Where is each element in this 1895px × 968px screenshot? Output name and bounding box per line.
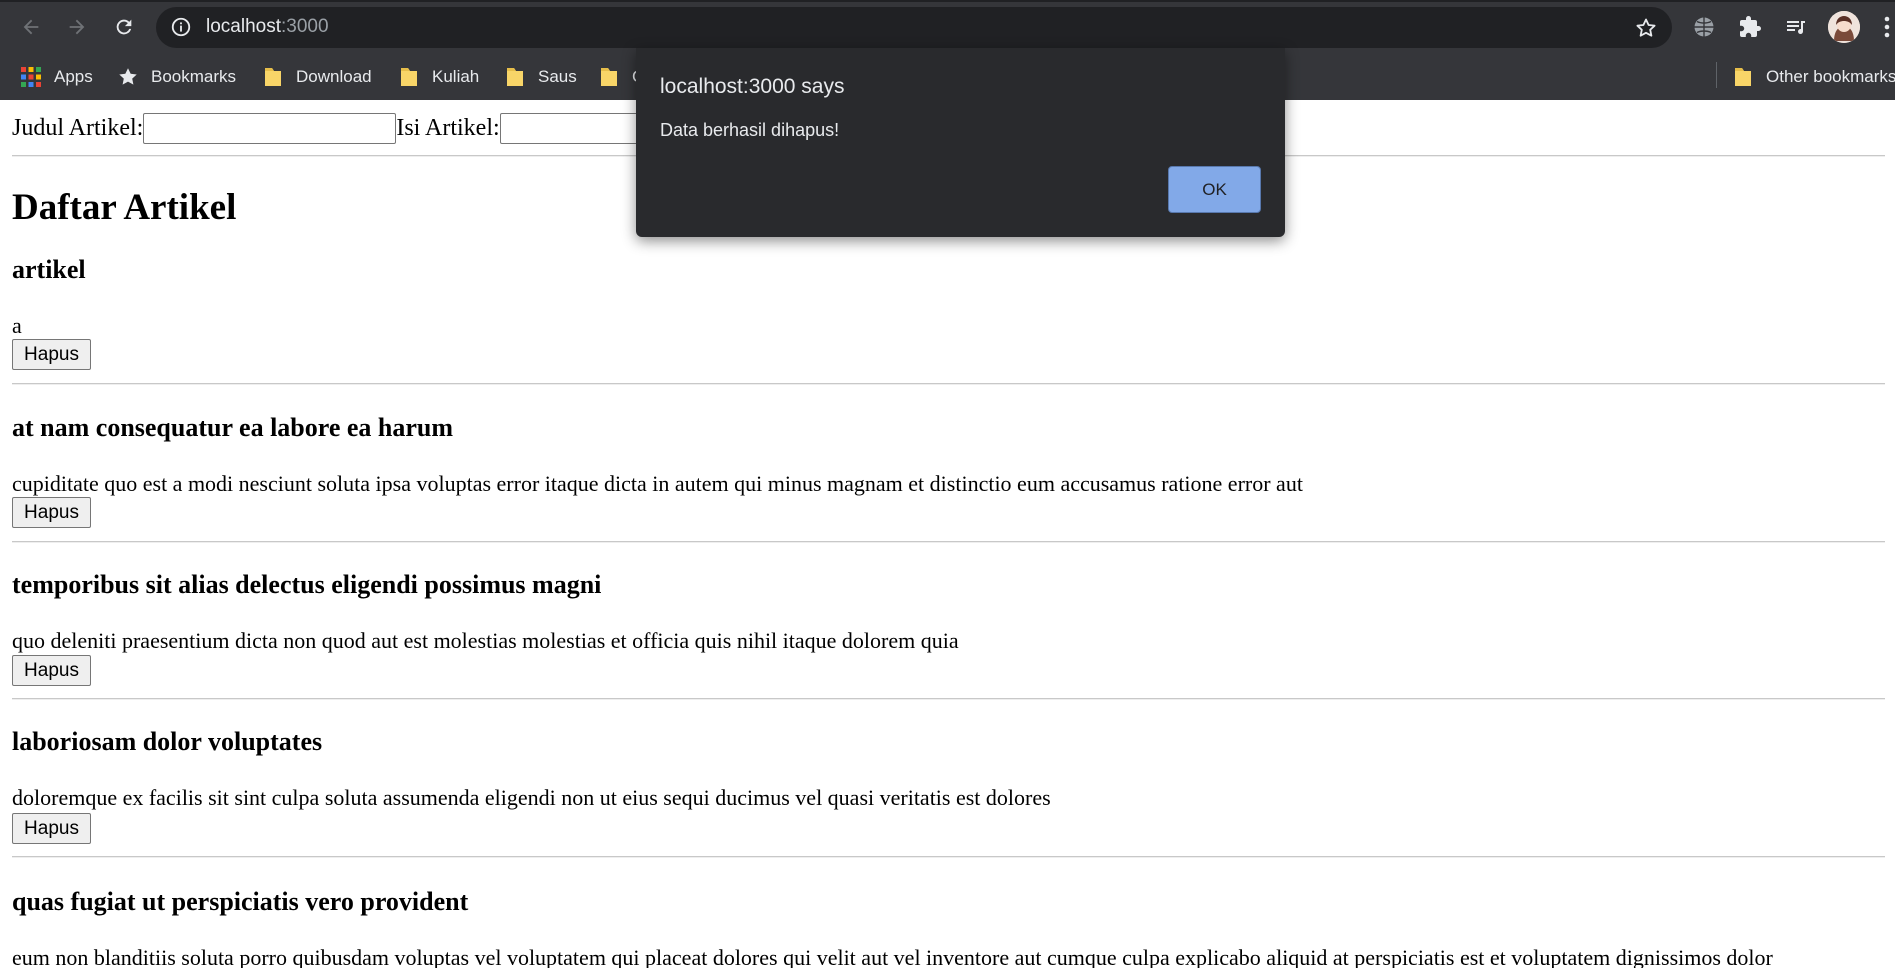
article-title: artikel (12, 255, 86, 284)
article-title: at nam consequatur ea labore ea harum (12, 413, 454, 442)
hapus-button[interactable]: Hapus (12, 655, 91, 686)
star-icon (119, 68, 137, 85)
avatar-icon (1828, 11, 1860, 43)
hapus-button[interactable]: Hapus (12, 813, 91, 844)
media-control-button[interactable] (1782, 13, 1810, 41)
article-item: quas fugiat ut perspiciatis vero provide… (12, 887, 1885, 968)
article-body: eum non blanditiis soluta porro quibusda… (12, 945, 1773, 968)
judul-artikel-input[interactable] (143, 113, 397, 144)
bookmark-other-bookmarks[interactable]: Other bookmarks (1732, 62, 1895, 92)
isi-artikel-label: Isi Artikel: (396, 115, 500, 141)
reload-icon (116, 19, 132, 35)
article-body: a (12, 313, 22, 338)
bookmarks-divider (1716, 62, 1717, 88)
bookmark-label: Other bookmarks (1766, 67, 1895, 86)
article-divider (12, 698, 1885, 700)
article-body: cupiditate quo est a modi nesciunt solut… (12, 471, 1303, 496)
page-title: Daftar Artikel (12, 187, 237, 228)
article-item: temporibus sit alias delectus eligendi p… (12, 570, 1885, 700)
folder-icon (601, 68, 617, 86)
url-text[interactable]: localhost:3000 (206, 16, 329, 38)
article-title: temporibus sit alias delectus eligendi p… (12, 570, 602, 599)
dialog-title: localhost:3000 says (660, 75, 845, 98)
arrow-right-icon (69, 19, 85, 35)
url-host: localhost (206, 16, 281, 37)
article-divider (12, 856, 1885, 858)
back-button[interactable] (14, 10, 48, 44)
bookmark-label: Kuliah (432, 67, 480, 86)
globe-icon (1694, 17, 1714, 37)
tab-strip-edge (0, 0, 1895, 2)
judul-artikel-label: Judul Artikel: (12, 115, 144, 141)
bookmark-saus[interactable]: Saus (504, 62, 577, 92)
article-body: quo deleniti praesentium dicta non quod … (12, 628, 959, 653)
hapus-button[interactable]: Hapus (12, 497, 91, 528)
bookmark-label: Bookmarks (151, 67, 237, 86)
queue-music-icon (1787, 21, 1805, 34)
folder-icon (507, 68, 523, 86)
article-item: laboriosam dolor voluptates doloremque e… (12, 727, 1885, 858)
info-icon[interactable] (170, 16, 192, 38)
article-item: artikel a Hapus (12, 255, 1885, 385)
folder-icon (265, 68, 281, 86)
browser-menu-icon[interactable] (1880, 14, 1895, 40)
folder-icon (401, 68, 417, 86)
arrow-left-icon (23, 19, 39, 35)
extensions-button[interactable] (1736, 13, 1764, 41)
extension-globe-button[interactable] (1690, 13, 1718, 41)
bookmark-bookmarks[interactable]: Bookmarks (117, 62, 236, 92)
article-title: quas fugiat ut perspiciatis vero provide… (12, 887, 469, 916)
article-divider (12, 383, 1885, 385)
dialog-message: Data berhasil dihapus! (660, 120, 840, 140)
folder-icon (1735, 68, 1751, 86)
ok-button[interactable]: OK (1168, 166, 1261, 213)
bookmark-apps[interactable]: Apps (20, 62, 93, 92)
hapus-button[interactable]: Hapus (12, 339, 91, 370)
article-item: at nam consequatur ea labore ea harum cu… (12, 413, 1885, 543)
article-divider (12, 541, 1885, 543)
article-body: doloremque ex facilis sit sint culpa sol… (12, 785, 1051, 810)
bookmark-label: Apps (54, 67, 93, 86)
article-title: laboriosam dolor voluptates (12, 727, 323, 756)
puzzle-icon (1740, 16, 1761, 37)
bookmark-label: Saus (538, 67, 577, 86)
reload-button[interactable] (107, 10, 141, 44)
alert-dialog: localhost:3000 says Data berhasil dihapu… (636, 48, 1285, 237)
bookmark-star-icon[interactable] (1634, 16, 1658, 40)
forward-button[interactable] (60, 10, 94, 44)
bookmark-label: Download (296, 67, 372, 86)
url-port: :3000 (281, 16, 329, 37)
address-bar[interactable]: localhost:3000 (156, 7, 1672, 48)
bookmark-download[interactable]: Download (262, 62, 372, 92)
profile-avatar[interactable] (1828, 11, 1860, 43)
apps-grid-icon (21, 67, 41, 87)
bookmark-kuliah[interactable]: Kuliah (398, 62, 479, 92)
